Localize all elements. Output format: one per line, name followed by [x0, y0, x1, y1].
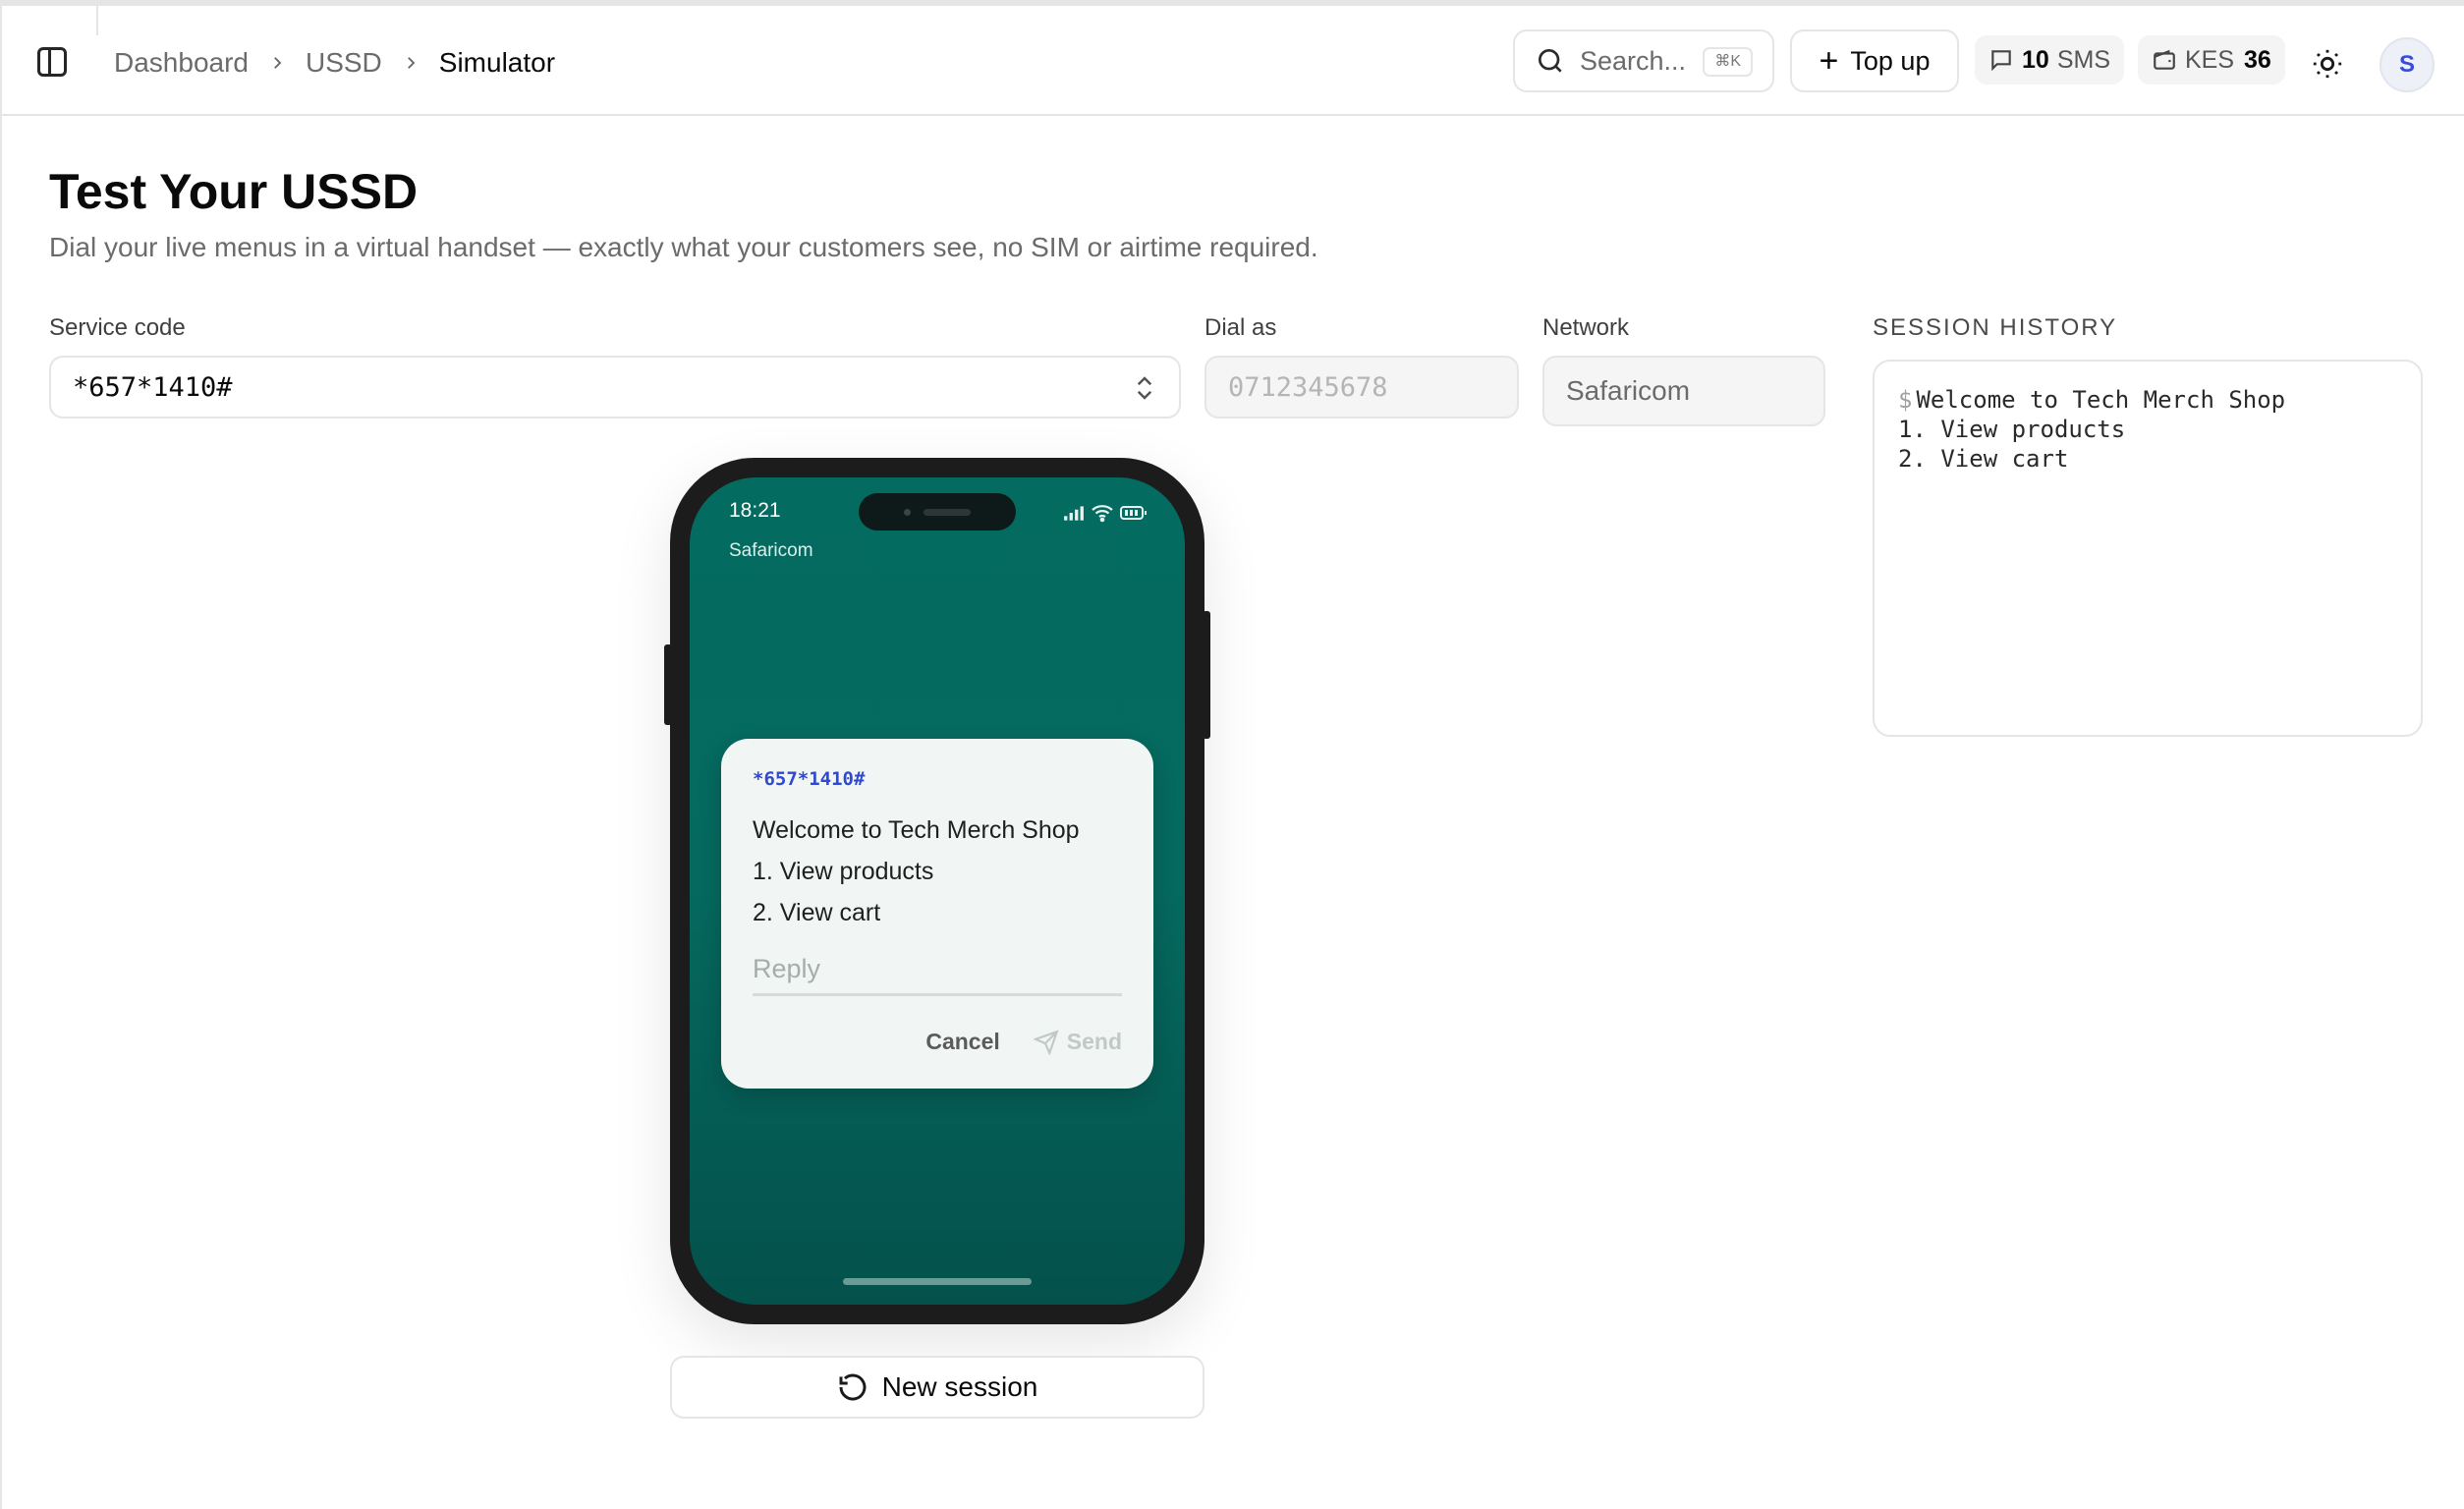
breadcrumb: Dashboard USSD Simulator	[114, 43, 555, 83]
sms-balance-badge[interactable]: 10 SMS	[1975, 35, 2124, 84]
ussd-dialog-code: *657*1410#	[753, 768, 866, 790]
chevron-right-icon	[402, 54, 420, 72]
sms-unit: SMS	[2056, 45, 2110, 74]
wallet-icon	[2154, 49, 2175, 70]
sidebar-toggle-icon[interactable]	[37, 47, 67, 77]
ussd-dialog: *657*1410# Welcome to Tech Merch Shop 1.…	[721, 739, 1153, 1089]
new-session-label: New session	[881, 1371, 1038, 1402]
network-label: Network	[1542, 314, 1630, 341]
history-line: 2. View cart	[1898, 445, 2069, 473]
virtual-handset: 18:21 Safaricom *657*1410# Welcome to Te…	[670, 458, 1204, 1324]
new-session-button[interactable]: New session	[670, 1356, 1204, 1419]
network-field: Safaricom	[1542, 356, 1825, 426]
top-bar: Dashboard USSD Simulator Search... ⌘K + …	[0, 6, 2464, 116]
dial-as-field: 0712345678	[1204, 356, 1519, 419]
ussd-menu-line: 2. View cart	[753, 899, 881, 926]
top-up-button[interactable]: + Top up	[1790, 29, 1959, 92]
network-value: Safaricom	[1566, 375, 1691, 406]
home-indicator	[843, 1278, 1032, 1285]
phone-status-icons	[1063, 503, 1148, 523]
breadcrumb-dashboard[interactable]: Dashboard	[114, 47, 249, 79]
wallet-balance-badge[interactable]: KES 36	[2138, 35, 2285, 84]
send-label: Send	[1066, 1029, 1122, 1054]
balance-value: 36	[2244, 45, 2271, 74]
reply-input[interactable]	[753, 945, 1122, 996]
message-icon	[1991, 50, 2011, 72]
page-title: Test Your USSD	[49, 164, 419, 219]
wifi-icon	[1092, 505, 1113, 523]
phone-carrier: Safaricom	[729, 540, 813, 561]
ussd-menu-line: Welcome to Tech Merch Shop	[753, 816, 1080, 844]
page-subtitle: Dial your live menus in a virtual handse…	[49, 232, 1318, 262]
service-code-value: *657*1410#	[73, 371, 233, 403]
dynamic-island	[859, 493, 1016, 531]
history-prompt: $	[1898, 386, 1913, 414]
history-line: $ Welcome to Tech Merch Shop	[1898, 386, 2286, 414]
send-icon	[1033, 1029, 1059, 1055]
search-placeholder: Search...	[1580, 45, 1687, 76]
top-up-label: Top up	[1850, 45, 1931, 76]
session-history-label: SESSION HISTORY	[1873, 314, 2118, 341]
plus-icon: +	[1819, 42, 1839, 80]
ussd-menu-line: 1. View products	[753, 858, 934, 885]
battery-icon	[1120, 506, 1147, 520]
window-frame	[0, 0, 2464, 1509]
refresh-icon	[839, 1373, 867, 1401]
sms-count: 10	[2022, 45, 2049, 74]
service-code-label: Service code	[49, 314, 186, 341]
signal-icon	[1064, 506, 1084, 521]
sun-icon[interactable]	[2311, 47, 2344, 81]
phone-screen: 18:21 Safaricom *657*1410# Welcome to Te…	[690, 477, 1185, 1305]
dial-as-placeholder: 0712345678	[1228, 371, 1388, 403]
breadcrumb-ussd[interactable]: USSD	[306, 47, 382, 79]
chevron-right-icon	[268, 54, 286, 72]
balance-currency: KES	[2185, 45, 2235, 74]
chevron-up-down-icon	[1137, 376, 1152, 400]
avatar[interactable]: S	[2380, 37, 2435, 92]
service-code-select[interactable]: *657*1410#	[49, 356, 1181, 419]
search-input[interactable]: Search... ⌘K	[1513, 29, 1774, 92]
ussd-dialog-actions: Cancel Send	[925, 1029, 1122, 1055]
dial-as-label: Dial as	[1204, 314, 1277, 341]
session-history-log: $ Welcome to Tech Merch Shop 1. View prod…	[1873, 360, 2423, 737]
breadcrumb-simulator: Simulator	[438, 47, 556, 78]
history-line: 1. View products	[1898, 416, 2126, 443]
search-shortcut: ⌘K	[1703, 47, 1753, 77]
phone-time: 18:21	[729, 499, 781, 522]
search-icon	[1539, 49, 1562, 73]
cancel-button[interactable]: Cancel	[925, 1029, 999, 1055]
send-button[interactable]: Send	[1033, 1029, 1122, 1055]
